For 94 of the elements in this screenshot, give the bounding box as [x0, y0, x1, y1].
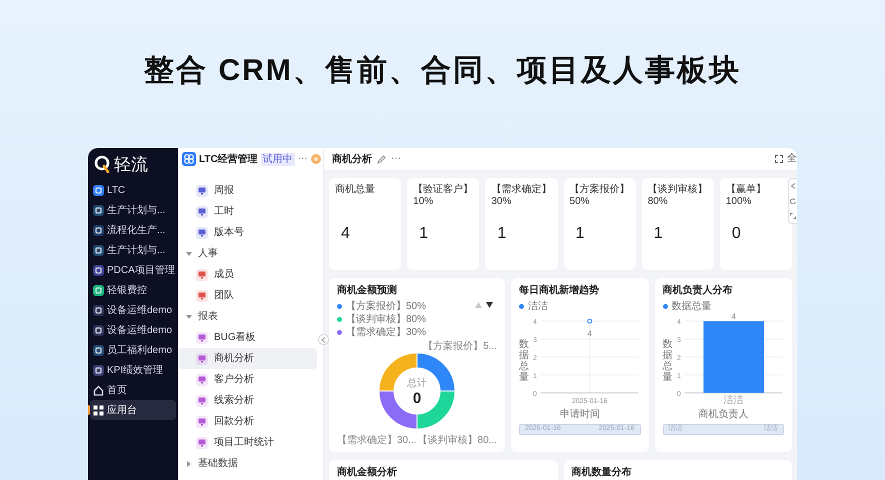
kpi-value: 1: [652, 226, 664, 242]
nav-item[interactable]: 客户分析: [178, 369, 317, 390]
monitor-icon: [196, 206, 208, 218]
monitor-icon: [196, 332, 208, 344]
slice-label: 【需求确定】30...: [337, 435, 416, 445]
data-label: 4: [588, 329, 592, 338]
monitor-icon: [196, 374, 208, 386]
chart-title: 商机负责人分布: [662, 284, 734, 298]
monitor-icon: [196, 290, 208, 302]
edit-icon[interactable]: [377, 154, 386, 164]
chart-title: 每日商机新增趋势: [519, 284, 600, 298]
kpi-title: 【验证客户】10%: [413, 184, 474, 208]
sidebar-item[interactable]: 轻银费控: [90, 280, 176, 300]
brand-name: 轻流: [114, 156, 148, 172]
bar: [702, 321, 764, 393]
kpi-title: 商机总量: [335, 184, 376, 196]
home-icon: [93, 384, 104, 396]
sidebar-item[interactable]: 设备运维demo: [90, 320, 176, 340]
nav-item[interactable]: 成员: [178, 264, 317, 285]
sidebar-item[interactable]: 生产计划与...: [90, 200, 176, 220]
nav-group[interactable]: 报表: [178, 306, 317, 327]
legend-label: 【需求确定】30%: [346, 326, 426, 339]
nav-item[interactable]: 工时: [178, 201, 317, 222]
monitor-icon: [196, 184, 208, 196]
legend-label: 洁洁: [528, 300, 548, 313]
nav-item[interactable]: 回款分析: [178, 411, 317, 432]
sidebar-item[interactable]: LTC: [90, 180, 176, 200]
monitor-icon: [196, 416, 208, 428]
chart-title: 商机数量分布: [572, 466, 632, 480]
slice-label: 【谈判审核】80...: [418, 435, 497, 445]
sidebar-item[interactable]: PDCA项目管理: [90, 260, 176, 280]
legend-label: 数据总量: [672, 300, 712, 313]
grid-icon: [93, 404, 104, 416]
axis-title: 数据总量: [519, 339, 529, 383]
monitor-icon: [196, 436, 208, 448]
headline: 整合 CRM、售前、合同、项目及人事板块: [144, 56, 741, 89]
kpi-title: 【赢单】100%: [726, 184, 767, 208]
total-value: 0: [412, 390, 422, 407]
chevron-icon: [321, 336, 326, 342]
app-title: LTC经营管理: [199, 152, 258, 166]
axis-title: 申请时间: [558, 409, 601, 421]
app-logo-icon: [182, 152, 196, 166]
page-title: 商机分析: [332, 152, 372, 166]
total-label: 总计: [407, 378, 427, 389]
nav-item[interactable]: 项目工时统计: [178, 432, 317, 453]
nav-item[interactable]: 版本号: [178, 222, 317, 243]
kpi-title: 【谈判审核】80%: [648, 184, 708, 208]
avatar-icon: [310, 154, 321, 164]
nav-item[interactable]: 团队: [178, 285, 317, 306]
nav-item[interactable]: BUG看板: [178, 327, 317, 348]
fullscreen-link[interactable]: 全: [787, 154, 797, 164]
kpi-title: 【需求确定】30%: [491, 184, 552, 208]
tick-label: 洁洁: [723, 394, 744, 406]
kpi-value: 4: [340, 226, 351, 242]
axis-title: 商机负责人: [697, 409, 750, 421]
expand-icon[interactable]: [790, 212, 796, 219]
nav-item[interactable]: 周报: [178, 180, 317, 201]
logo-icon: [94, 155, 110, 173]
fullscreen-icon[interactable]: [775, 155, 783, 163]
nav-item[interactable]: 商机分析: [178, 348, 317, 369]
data-label: 4: [731, 313, 736, 322]
sidebar-item[interactable]: 设备运维demo: [90, 300, 176, 320]
chevron-icon[interactable]: [790, 183, 796, 190]
sidebar-item[interactable]: 首页: [90, 380, 176, 400]
legend-label: 【谈判审核】80%: [346, 313, 426, 326]
monitor-icon: [196, 226, 208, 238]
legend-label: 【方案报价】50%: [346, 300, 426, 313]
sidebar-item[interactable]: KPI绩效管理: [90, 360, 176, 380]
nav-group[interactable]: 基础数据: [178, 453, 317, 474]
more-button[interactable]: ···: [298, 154, 308, 164]
monitor-icon: [196, 352, 208, 364]
sidebar-item[interactable]: 生产计划与...: [90, 240, 176, 260]
data-point: [587, 318, 592, 324]
slice-label: 【方案报价】5...: [423, 341, 497, 352]
more-button[interactable]: ···: [391, 154, 401, 164]
trial-badge: 试用中: [260, 152, 295, 166]
kpi-title: 【方案报价】50%: [570, 184, 630, 208]
monitor-icon: [196, 268, 208, 280]
nav-item[interactable]: 线索分析: [178, 390, 317, 411]
sidebar-item[interactable]: 员工福利demo: [90, 340, 176, 360]
sidebar-item[interactable]: 应用台: [90, 400, 176, 420]
chart-title: 商机金额预测: [337, 284, 398, 298]
refresh-icon[interactable]: [790, 198, 796, 204]
chart-title: 商机金额分析: [337, 466, 398, 480]
kpi-value: 1: [574, 226, 586, 242]
nav-group[interactable]: 人事: [178, 243, 317, 264]
kpi-value: 0: [730, 226, 742, 242]
collapse-button[interactable]: [318, 334, 329, 345]
monitor-icon: [196, 394, 208, 406]
axis-title: 数据总量: [662, 339, 672, 383]
kpi-value: 1: [496, 226, 508, 242]
sidebar-item[interactable]: 流程化生产...: [90, 220, 176, 240]
kpi-value: 1: [418, 226, 430, 242]
down-arrow-icon[interactable]: [486, 302, 493, 308]
